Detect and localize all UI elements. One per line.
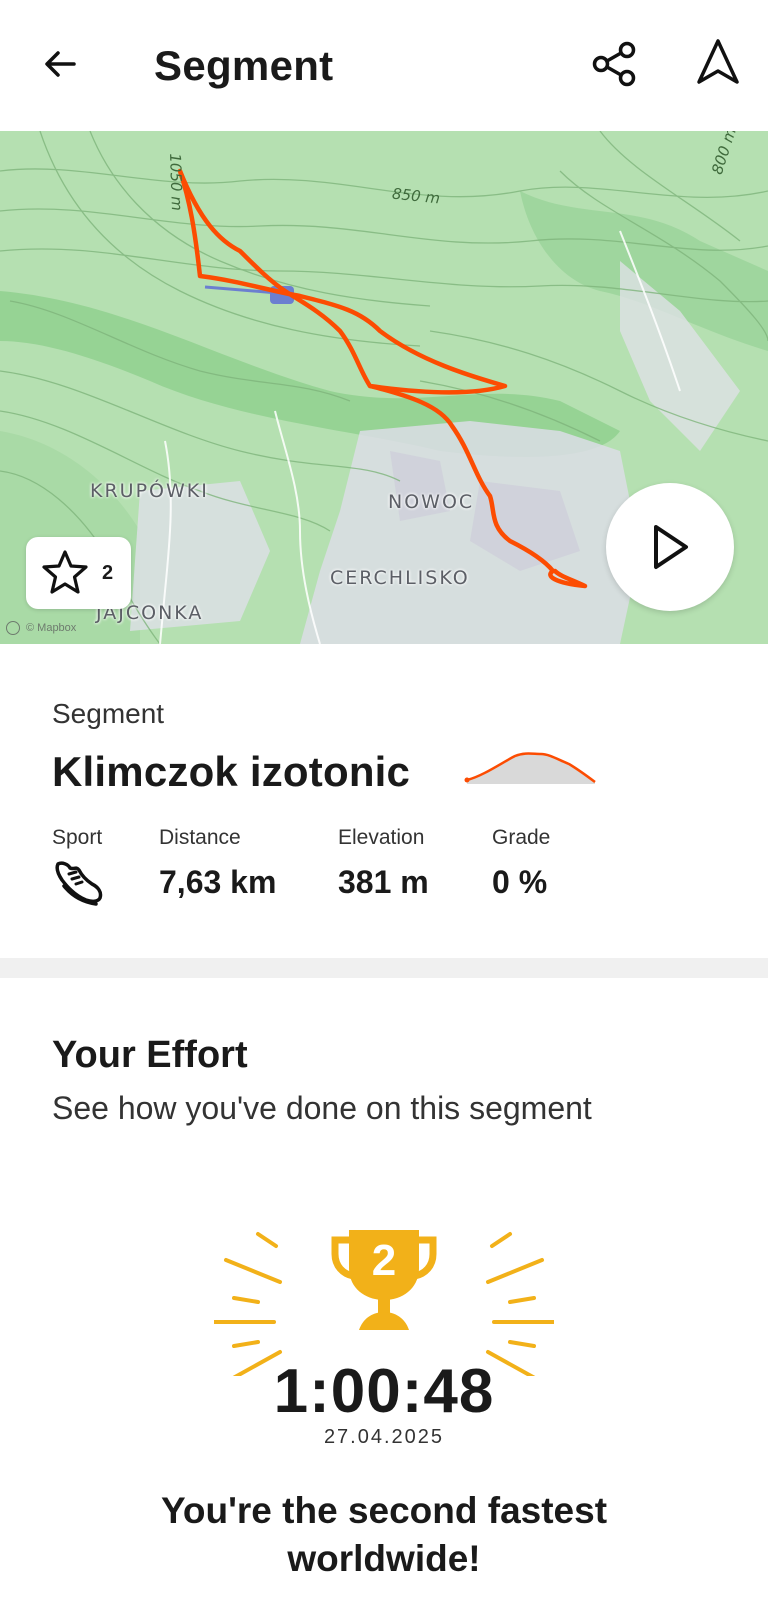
map-label-krupowki: KRUPÓWKI [90, 480, 209, 502]
trophy-rank: 2 [371, 1236, 397, 1285]
play-icon [654, 525, 688, 569]
effort-title: Your Effort [52, 1034, 248, 1076]
stat-sport-label: Sport [52, 826, 103, 849]
star-icon [42, 550, 88, 594]
trophy-graphic: 2 [214, 1226, 554, 1376]
segment-map[interactable]: 1050 m 850 m 800 m KRUPÓWKI NOWOC CERCHL… [0, 131, 768, 644]
stat-grade: Grade 0 % [492, 826, 550, 901]
star-count: 2 [102, 561, 114, 584]
elevation-profile-icon [464, 752, 596, 784]
navigation-arrow-icon [697, 39, 739, 84]
stat-distance-label: Distance [159, 826, 241, 849]
arrow-left-icon [45, 51, 76, 77]
top-app-bar: Segment [0, 0, 768, 131]
effort-time: 1:00:48 [273, 1357, 495, 1426]
stat-elevation-label: Elevation [338, 826, 425, 849]
effort-subtitle: See how you've done on this segment [52, 1090, 592, 1126]
effort-message: You're the second fastest worldwide! [160, 1490, 608, 1579]
play-flyover-button[interactable] [606, 483, 734, 611]
stat-grade-value: 0 % [492, 864, 548, 900]
map-label-cerchlisko: CERCHLISKO [330, 567, 470, 589]
map-attribution[interactable]: © Mapbox [6, 621, 76, 635]
segment-info: Segment Klimczok izotonic Sport Distance… [0, 644, 768, 958]
stat-grade-label: Grade [492, 826, 551, 849]
star-button[interactable]: 2 [26, 537, 131, 609]
running-shoe-icon [55, 861, 103, 906]
segment-name: Klimczok izotonic [52, 748, 411, 795]
stat-distance: Distance 7,63 km [159, 826, 276, 901]
section-divider [0, 958, 768, 978]
map-label-nowoc: NOWOC [388, 491, 475, 513]
back-button[interactable] [36, 40, 84, 88]
attribution-text: © Mapbox [26, 622, 77, 634]
stat-elevation-value: 381 m [338, 864, 429, 900]
page-title: Segment [154, 42, 334, 89]
info-icon [6, 621, 20, 635]
contour-label-1050: 1050 m [166, 153, 187, 212]
effort-date: 27.04.2025 [323, 1426, 445, 1448]
share-button[interactable] [588, 38, 640, 90]
stat-distance-value: 7,63 km [159, 864, 277, 900]
stat-elevation: Elevation 381 m [338, 826, 429, 901]
navigate-button[interactable] [692, 36, 744, 88]
stat-sport: Sport [52, 826, 106, 913]
share-icon [592, 41, 636, 87]
segment-kicker: Segment [52, 698, 165, 729]
